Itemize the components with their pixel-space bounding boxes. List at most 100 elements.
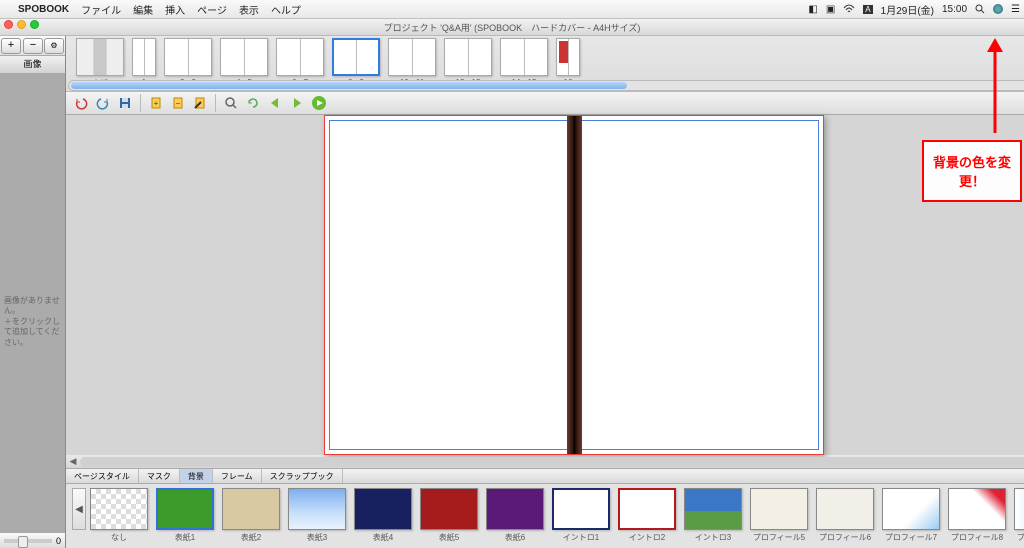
asset-tab[interactable]: スクラップブック (262, 469, 343, 483)
menu-help[interactable]: ヘルプ (271, 2, 301, 17)
palette-swatch[interactable] (90, 488, 148, 530)
palette-item[interactable]: 表紙2 (222, 488, 280, 543)
spread-preview[interactable] (324, 115, 824, 455)
palette-swatch[interactable] (420, 488, 478, 530)
palette-label: 表紙4 (373, 532, 393, 543)
palette-label: イントロ2 (629, 532, 665, 543)
page-thumbnail-strip: 表紙12 - 34 - 56 - 78 - 910 - 1112 - 1314 … (66, 36, 1024, 92)
ime-icon[interactable]: A (863, 5, 872, 14)
palette-label: 表紙5 (439, 532, 459, 543)
zoom-window[interactable] (30, 20, 39, 29)
palette-swatch[interactable] (882, 488, 940, 530)
notifications-icon[interactable]: ☰ (1011, 4, 1020, 15)
palette-label: 表紙3 (307, 532, 327, 543)
menu-edit[interactable]: 編集 (133, 2, 153, 17)
palette-swatch[interactable] (222, 488, 280, 530)
menubar-status: ◧ ▣ A 1月29日(金) 15:00 ☰ (808, 2, 1020, 17)
thumbnail-size-slider[interactable] (4, 539, 52, 543)
save-icon[interactable] (116, 94, 134, 112)
svg-text:+: + (154, 99, 159, 108)
palette-item[interactable]: プロフィール7 (882, 488, 940, 543)
palette-swatch[interactable] (816, 488, 874, 530)
next-page-icon[interactable] (288, 94, 306, 112)
zoom-icon[interactable] (222, 94, 240, 112)
palette-swatch[interactable] (750, 488, 808, 530)
palette-item[interactable]: 表紙5 (420, 488, 478, 543)
left-panel: + − ⚙ 画像 画像がありません。 ＋をクリックして追加してください。 0 (0, 36, 66, 548)
clock-date[interactable]: 1月29日(金) (881, 2, 934, 17)
asset-tab[interactable]: マスク (139, 469, 180, 483)
minimize-window[interactable] (17, 20, 26, 29)
close-window[interactable] (4, 20, 13, 29)
svg-text:−: − (176, 99, 181, 108)
menu-page[interactable]: ページ (197, 2, 227, 17)
palette-swatch[interactable] (684, 488, 742, 530)
palette-label: 表紙2 (241, 532, 261, 543)
palette-swatch[interactable] (156, 488, 214, 530)
asset-tab[interactable]: 背景 (180, 469, 213, 483)
palette-label: プロフィール8 (951, 532, 1003, 543)
rotate-icon[interactable] (244, 94, 262, 112)
asset-tab[interactable]: ページスタイル (66, 469, 139, 483)
siri-icon[interactable] (993, 4, 1003, 14)
palette-item[interactable]: 表紙6 (486, 488, 544, 543)
add-image-button[interactable]: + (1, 38, 21, 54)
palette-item[interactable]: プロフィール5 (750, 488, 808, 543)
palette-item[interactable]: 表紙4 (354, 488, 412, 543)
menu-view[interactable]: 表示 (239, 2, 259, 17)
palette-label: イントロ1 (563, 532, 599, 543)
image-options-button[interactable]: ⚙ (44, 38, 64, 54)
palette-item[interactable]: イントロ2 (618, 488, 676, 543)
spotlight-icon[interactable] (975, 4, 985, 14)
delete-page-icon[interactable]: − (169, 94, 187, 112)
palette-swatch[interactable] (486, 488, 544, 530)
palette-item[interactable]: イントロ3 (684, 488, 742, 543)
asset-tab[interactable]: フレーム (213, 469, 262, 483)
app-name[interactable]: SPOBOOK (18, 4, 69, 15)
asset-tabbar: ページスタイルマスク背景フレームスクラップブック (66, 468, 1024, 484)
window-traffic-lights (4, 20, 39, 29)
left-tab-images[interactable]: 画像 (0, 56, 65, 73)
undo-icon[interactable] (72, 94, 90, 112)
window-title: プロジェクト 'Q&A用' (SPOBOOK ハードカバー - A4Hサイズ) (384, 23, 641, 33)
prev-page-icon[interactable] (266, 94, 284, 112)
palette-swatch[interactable] (288, 488, 346, 530)
canvas-h-scroll[interactable]: ◀▶ (66, 455, 1024, 468)
palette-swatch[interactable] (552, 488, 610, 530)
remove-image-button[interactable]: − (23, 38, 43, 54)
palette-label: プロフィール7 (885, 532, 937, 543)
book-spine (567, 116, 582, 454)
edit-page-icon[interactable] (191, 94, 209, 112)
palette-item[interactable]: プロフィール9 (1014, 488, 1024, 543)
palette-swatch[interactable] (1014, 488, 1024, 530)
clock-time[interactable]: 15:00 (942, 4, 967, 15)
palette-swatch[interactable] (354, 488, 412, 530)
wifi-icon[interactable] (843, 4, 855, 14)
add-page-icon[interactable]: + (147, 94, 165, 112)
palette-label: なし (111, 532, 127, 543)
palette-swatch[interactable] (618, 488, 676, 530)
palette-item[interactable]: プロフィール6 (816, 488, 874, 543)
palette-swatch[interactable] (948, 488, 1006, 530)
palette-item[interactable]: なし (90, 488, 148, 543)
tray-icon[interactable]: ◧ (808, 4, 817, 15)
mac-menubar: SPOBOOK ファイル 編集 挿入 ページ 表示 ヘルプ ◧ ▣ A 1月29… (0, 0, 1024, 18)
redo-icon[interactable] (94, 94, 112, 112)
palette-item[interactable]: 表紙3 (288, 488, 346, 543)
image-count: 0 (56, 536, 61, 546)
palette-label: イントロ3 (695, 532, 731, 543)
tray-icon[interactable]: ▣ (826, 4, 835, 15)
background-palette: ◀ なし 表紙1 表紙2 表紙3 表紙4 表紙5 表紙6 イントロ1 イントロ2 イントロ3 プロフ… (66, 484, 1024, 548)
palette-label: 表紙6 (505, 532, 525, 543)
palette-item[interactable]: 表紙1 (156, 488, 214, 543)
menu-file[interactable]: ファイル (81, 2, 121, 17)
page-canvas[interactable] (66, 115, 1024, 455)
palette-item[interactable]: プロフィール8 (948, 488, 1006, 543)
thumb-scrollbar[interactable] (68, 80, 1024, 91)
palette-prev[interactable]: ◀ (72, 488, 86, 530)
palette-item[interactable]: イントロ1 (552, 488, 610, 543)
play-icon[interactable] (310, 94, 328, 112)
menu-insert[interactable]: 挿入 (165, 2, 185, 17)
palette-label: プロフィール9 (1017, 532, 1024, 543)
palette-label: プロフィール6 (819, 532, 871, 543)
